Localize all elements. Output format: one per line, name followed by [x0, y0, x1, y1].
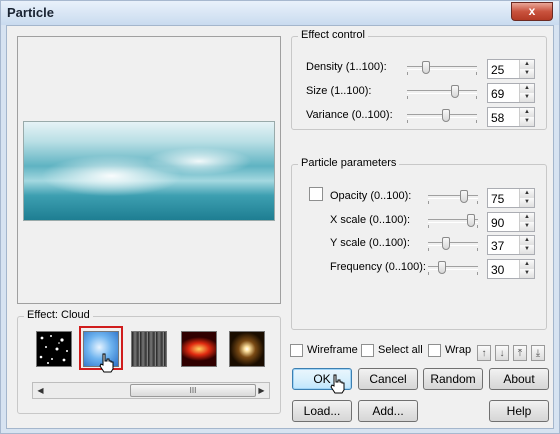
move-down-button[interactable]: ↓ — [495, 345, 509, 361]
particle-parameters-group: Particle parameters Opacity (0..100): 75… — [291, 157, 547, 330]
effect-control-label: Effect control — [298, 29, 368, 41]
x-scale-spin[interactable]: 90 ▲ ▼ — [487, 212, 535, 232]
size-slider[interactable] — [407, 85, 477, 99]
density-spin[interactable]: 25 ▲ ▼ — [487, 59, 535, 79]
move-bottom-button[interactable]: ⤓ — [531, 345, 545, 361]
variance-label: Variance (0..100): — [306, 109, 393, 121]
spin-up-icon[interactable]: ▲ — [519, 260, 534, 269]
spin-down-icon[interactable]: ▼ — [519, 245, 534, 254]
about-button[interactable]: About — [489, 368, 549, 390]
spin-up-icon[interactable]: ▲ — [519, 108, 534, 117]
frequency-value[interactable]: 30 — [491, 263, 504, 277]
effect-control-group: Effect control Density (1..100): 25 ▲ ▼ Si… — [291, 29, 547, 130]
help-button[interactable]: Help — [489, 400, 549, 422]
random-button[interactable]: Random — [423, 368, 483, 390]
dialog-body: Effect: Cloud ◀ III ▶ Effect control Den… — [6, 25, 554, 429]
spin-down-icon[interactable]: ▼ — [519, 69, 534, 78]
spin-down-icon[interactable]: ▼ — [519, 269, 534, 278]
frequency-label: Frequency (0..100): — [330, 261, 426, 273]
spin-down-icon[interactable]: ▼ — [519, 93, 534, 102]
close-icon: x — [528, 4, 536, 18]
close-button[interactable]: x — [511, 2, 553, 21]
opacity-checkbox[interactable] — [309, 187, 323, 201]
arrow-to-top-icon: ⤒ — [517, 348, 523, 359]
spin-up-icon[interactable]: ▲ — [519, 189, 534, 198]
effect-label: Effect: Cloud — [24, 309, 93, 321]
variance-spin[interactable]: 58 ▲ ▼ — [487, 107, 535, 127]
spin-down-icon[interactable]: ▼ — [519, 222, 534, 231]
effects-group: Effect: Cloud ◀ III ▶ — [17, 309, 281, 414]
spin-down-icon[interactable]: ▼ — [519, 198, 534, 207]
density-value[interactable]: 25 — [491, 63, 504, 77]
load-button[interactable]: Load... — [292, 400, 352, 422]
hand-cursor-icon — [99, 353, 114, 373]
arrow-up-icon: ↑ — [481, 348, 487, 359]
spin-down-icon[interactable]: ▼ — [519, 117, 534, 126]
move-up-button[interactable]: ↑ — [477, 345, 491, 361]
scroll-left-icon[interactable]: ◀ — [33, 383, 48, 398]
x-scale-value[interactable]: 90 — [491, 216, 504, 230]
spin-up-icon[interactable]: ▲ — [519, 236, 534, 245]
select-all-label: Select all — [378, 344, 423, 356]
particle-dialog: Particle x Effect: Cloud ◀ III ▶ Effect … — [0, 0, 560, 434]
spin-up-icon[interactable]: ▲ — [519, 84, 534, 93]
y-scale-slider[interactable] — [428, 237, 478, 251]
opacity-label: Opacity (0..100): — [330, 190, 412, 202]
select-all-checkbox[interactable] — [361, 344, 374, 357]
opacity-spin[interactable]: 75 ▲ ▼ — [487, 188, 535, 208]
preview-panel — [17, 36, 281, 304]
variance-slider[interactable] — [407, 109, 477, 123]
y-scale-spin[interactable]: 37 ▲ ▼ — [487, 235, 535, 255]
spin-up-icon[interactable]: ▲ — [519, 213, 534, 222]
title-bar[interactable]: Particle x — [1, 1, 559, 25]
density-slider[interactable] — [407, 61, 477, 75]
frequency-slider[interactable] — [428, 261, 478, 275]
scroll-right-icon[interactable]: ▶ — [254, 383, 269, 398]
effect-thumb-flare[interactable] — [229, 331, 265, 367]
arrow-down-icon: ↓ — [499, 348, 505, 359]
add-button[interactable]: Add... — [358, 400, 418, 422]
wireframe-label: Wireframe — [307, 344, 358, 356]
y-scale-value[interactable]: 37 — [491, 239, 504, 253]
spin-up-icon[interactable]: ▲ — [519, 60, 534, 69]
particle-parameters-label: Particle parameters — [298, 157, 400, 169]
wrap-label: Wrap — [445, 344, 472, 356]
density-label: Density (1..100): — [306, 61, 387, 73]
hand-cursor-icon — [330, 374, 345, 394]
x-scale-label: X scale (0..100): — [330, 214, 411, 226]
cloud-preview-image — [23, 121, 275, 221]
arrow-to-bottom-icon: ⤓ — [535, 348, 541, 359]
opacity-slider[interactable] — [428, 190, 478, 204]
move-top-button[interactable]: ⤒ — [513, 345, 527, 361]
wireframe-checkbox[interactable] — [290, 344, 303, 357]
size-spin[interactable]: 69 ▲ ▼ — [487, 83, 535, 103]
scrollbar-thumb[interactable]: III — [130, 384, 256, 397]
effect-thumb-fire[interactable] — [181, 331, 217, 367]
size-label: Size (1..100): — [306, 85, 372, 97]
stars-icon — [39, 335, 68, 364]
window-title: Particle — [7, 5, 54, 20]
frequency-spin[interactable]: 30 ▲ ▼ — [487, 259, 535, 279]
size-value[interactable]: 69 — [491, 87, 504, 101]
cancel-button[interactable]: Cancel — [358, 368, 418, 390]
variance-value[interactable]: 58 — [491, 111, 504, 125]
effects-scrollbar[interactable]: ◀ III ▶ — [32, 382, 270, 399]
effect-thumb-smoke[interactable] — [131, 331, 167, 367]
opacity-value[interactable]: 75 — [491, 192, 504, 206]
x-scale-slider[interactable] — [428, 214, 478, 228]
wrap-checkbox[interactable] — [428, 344, 441, 357]
y-scale-label: Y scale (0..100): — [330, 237, 410, 249]
effect-thumb-stars[interactable] — [36, 331, 72, 367]
